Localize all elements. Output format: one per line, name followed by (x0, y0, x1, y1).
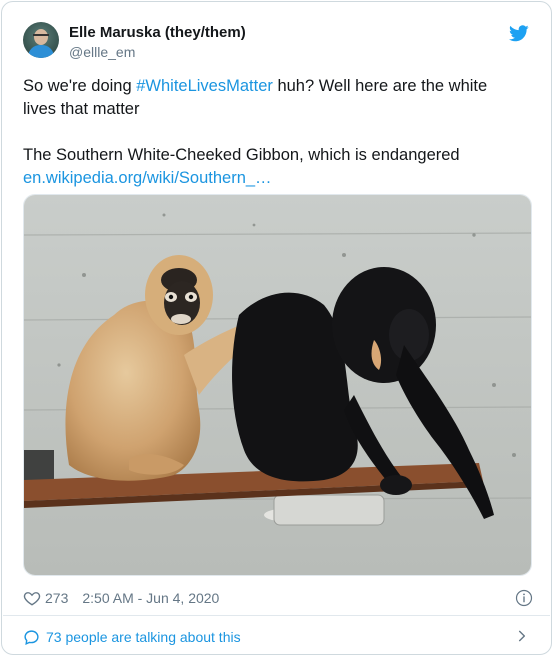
author-display-name[interactable]: Elle Maruska (they/them) (69, 24, 246, 42)
chevron-right-icon (518, 630, 526, 642)
wikipedia-link[interactable]: en.wikipedia.org/wiki/Southern_… (23, 169, 272, 187)
author-names: Elle Maruska (they/them) @ellle_em (69, 24, 246, 61)
conversation-label: 73 people are talking about this (46, 629, 241, 645)
tweet-text-line-1: So we're doing #WhiteLivesMatter huh? We… (23, 75, 523, 121)
tweet-meta: 273 2:50 AM - Jun 4, 2020 (23, 588, 533, 608)
conversation-link[interactable]: 73 people are talking about this (23, 626, 529, 648)
like-count: 273 (45, 590, 69, 606)
chat-bubble-icon (24, 629, 39, 645)
tweet-text: So we're doing #WhiteLivesMatter huh? We… (23, 75, 523, 190)
avatar-shirt (28, 45, 54, 58)
tweet-photo[interactable] (23, 194, 532, 576)
tweet-text-line-2: The Southern White-Cheeked Gibbon, which… (23, 146, 460, 164)
like-button[interactable]: 273 (23, 589, 68, 607)
footer-divider (3, 615, 550, 616)
tweet-text-prefix: So we're doing (23, 77, 137, 95)
avatar-glasses (33, 34, 49, 38)
heart-icon (23, 592, 41, 606)
photo-of-two-gibbons (24, 195, 531, 575)
avatar[interactable] (23, 22, 59, 58)
author-handle[interactable]: @ellle_em (69, 43, 246, 61)
twitter-bird-icon[interactable] (509, 25, 529, 42)
tweet-card: Elle Maruska (they/them) @ellle_em So we… (1, 1, 552, 655)
info-icon[interactable] (515, 589, 533, 607)
tweet-timestamp[interactable]: 2:50 AM - Jun 4, 2020 (82, 590, 219, 606)
hashtag-link[interactable]: #WhiteLivesMatter (136, 77, 273, 95)
tweet-header: Elle Maruska (they/them) @ellle_em (23, 22, 531, 62)
